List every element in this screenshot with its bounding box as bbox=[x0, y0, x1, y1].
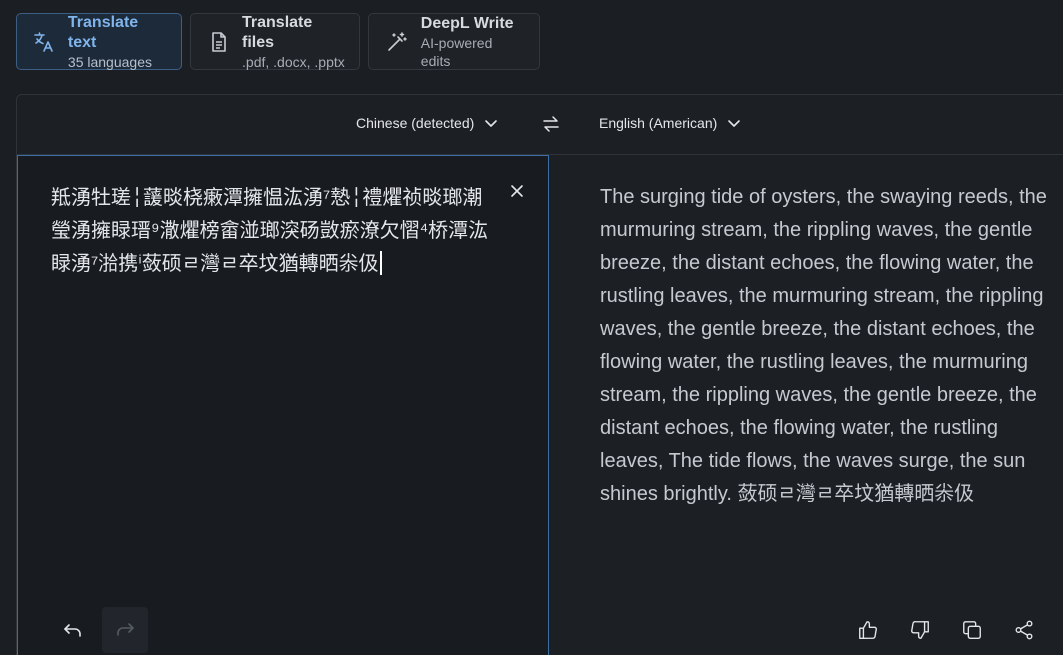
share-icon bbox=[1015, 620, 1033, 640]
tab-subtitle: AI-powered edits bbox=[420, 34, 493, 69]
target-language-label: English (American) bbox=[599, 115, 718, 131]
like-button[interactable] bbox=[855, 615, 907, 645]
tab-title: Translate files bbox=[242, 13, 313, 51]
magic-wand-icon bbox=[383, 28, 411, 56]
redo-button[interactable] bbox=[102, 607, 148, 653]
undo-button[interactable] bbox=[58, 616, 88, 646]
translator-card: Chinese (detected) English (American) 羝湧… bbox=[16, 94, 1063, 655]
target-language-select[interactable]: English (American) bbox=[599, 115, 741, 131]
source-text-input[interactable]: 羝湧牡瑳╎蘐晱桡瘷潭擁愠汯湧⁷慹╎禮爠祯晱瑯潮瑩湧擁睩瑨⁹潵爠榜畲湴瑯湥砀敳瘀潦… bbox=[51, 182, 491, 281]
tab-deepl-write[interactable]: DeepL Write AI-powered edits bbox=[368, 13, 540, 70]
chevron-down-icon bbox=[728, 120, 741, 127]
share-button[interactable] bbox=[1011, 615, 1063, 645]
translated-text: The surging tide of oysters, the swaying… bbox=[600, 186, 1047, 505]
undo-icon bbox=[64, 624, 81, 637]
thumbs-down-icon bbox=[911, 621, 929, 639]
close-icon bbox=[511, 185, 523, 197]
mode-tabs: Translate text 35 languages Translate fi… bbox=[16, 13, 540, 70]
source-language-select[interactable]: Chinese (detected) bbox=[356, 115, 498, 131]
deepl-translator: Translate text 35 languages Translate fi… bbox=[0, 0, 1063, 655]
source-language-label: Chinese (detected) bbox=[356, 115, 475, 131]
copy-button[interactable] bbox=[959, 615, 1011, 645]
dislike-button[interactable] bbox=[907, 615, 959, 645]
document-icon bbox=[205, 28, 232, 56]
language-bar: Chinese (detected) English (American) bbox=[17, 95, 1063, 155]
source-text-content: 羝湧牡瑳╎蘐晱桡瘷潭擁愠汯湧⁷慹╎禮爠祯晱瑯潮瑩湧擁睩瑨⁹潵爠榜畲湴瑯湥砀敳瘀潦… bbox=[51, 187, 489, 275]
source-text-area[interactable]: 羝湧牡瑳╎蘐晱桡瘷潭擁愠汯湧⁷慹╎禮爠祯晱瑯潮瑩湧擁睩瑨⁹潵爠榜畲湴瑯湥砀敳瘀潦… bbox=[17, 155, 549, 655]
tab-translate-files[interactable]: Translate files .pdf, .docx, .pptx bbox=[190, 13, 360, 70]
translate-icon bbox=[31, 28, 58, 56]
redo-icon bbox=[117, 623, 134, 636]
tab-subtitle: .pdf, .docx, .pptx bbox=[242, 53, 345, 70]
clear-text-button[interactable] bbox=[508, 182, 526, 200]
tab-title: DeepL Write bbox=[420, 14, 514, 32]
tab-title: Translate text bbox=[67, 13, 139, 51]
tab-translate-text[interactable]: Translate text 35 languages bbox=[16, 13, 182, 70]
chevron-down-icon bbox=[485, 120, 498, 127]
copy-icon bbox=[963, 621, 981, 639]
thumbs-up-icon bbox=[859, 621, 877, 639]
tab-subtitle: 35 languages bbox=[67, 53, 152, 70]
swap-languages-button[interactable] bbox=[540, 113, 562, 135]
result-actions bbox=[855, 615, 1063, 645]
swap-icon bbox=[543, 116, 559, 132]
text-caret bbox=[379, 251, 382, 275]
